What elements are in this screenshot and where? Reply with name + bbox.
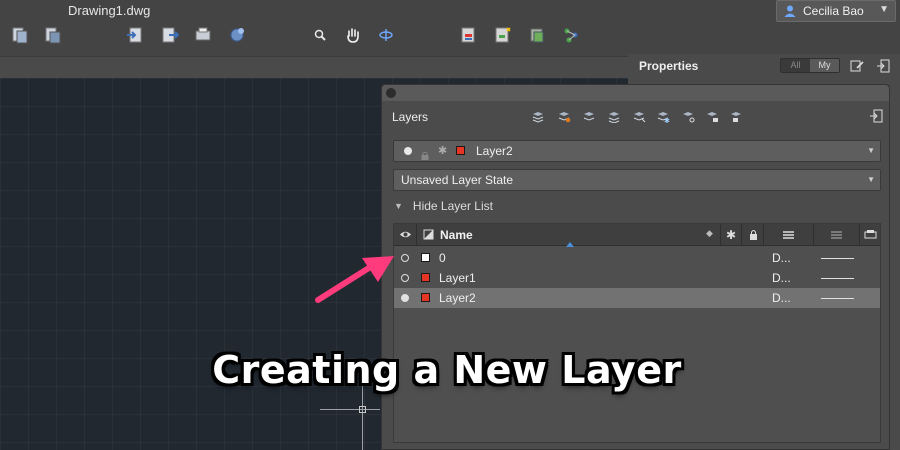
layer-color-swatch xyxy=(456,146,465,155)
set-current-icon[interactable] xyxy=(582,109,596,123)
cursor-crosshair-horizontal xyxy=(320,409,380,410)
dock-panel-icon[interactable] xyxy=(869,109,883,123)
layer-states-icon[interactable] xyxy=(562,26,580,44)
layer-color-swatch[interactable] xyxy=(421,253,430,262)
dock-panel-icon[interactable] xyxy=(876,59,890,73)
layers-panel: Layers ✱ ✱ Layer2 ▼ Unsaved Layer State … xyxy=(381,84,890,450)
current-layer-dropdown[interactable]: ✱ Layer2 ▼ xyxy=(393,140,881,162)
chevron-down-icon: ▼ xyxy=(867,146,875,155)
freeze-sun-icon: ✱ xyxy=(438,145,448,157)
linetype-column-icon[interactable] xyxy=(782,228,795,241)
app-window: Drawing1.dwg Cecilia Bao ▼ Properties Al… xyxy=(0,0,900,450)
visibility-toggle-icon[interactable] xyxy=(401,254,409,262)
lineweight-column-icon[interactable] xyxy=(830,228,843,241)
table-row[interactable]: 0 D... xyxy=(394,248,880,268)
new-icon[interactable] xyxy=(11,26,29,44)
hide-layer-list-label: Hide Layer List xyxy=(412,199,493,213)
person-icon xyxy=(783,4,797,18)
filter-my-button[interactable]: My xyxy=(810,59,839,72)
zoom-icon[interactable] xyxy=(311,26,329,44)
layer-table: Name ◆ ✱ 0 D... Layer1 D... Layer2 D... xyxy=(393,223,881,443)
hide-layer-list-toggle[interactable]: ▼ Hide Layer List xyxy=(394,199,493,213)
user-name: Cecilia Bao xyxy=(803,4,864,18)
current-layer-name: Layer2 xyxy=(476,144,513,158)
layer-color-swatch[interactable] xyxy=(421,273,430,282)
layer-name: Layer1 xyxy=(439,271,476,285)
delete-layer-icon[interactable] xyxy=(557,109,571,123)
column-separator xyxy=(416,224,417,246)
properties-title: Properties xyxy=(639,59,699,73)
color-column-icon[interactable] xyxy=(422,228,435,241)
visibility-toggle-icon[interactable] xyxy=(401,274,409,282)
layer-off-icon[interactable] xyxy=(681,109,695,123)
chevron-down-icon: ▼ xyxy=(867,175,875,184)
layer-properties-icon[interactable] xyxy=(460,26,478,44)
layers-title: Layers xyxy=(392,110,429,124)
column-separator xyxy=(859,224,860,246)
save-icon[interactable] xyxy=(44,26,62,44)
layers-panel-titlebar[interactable] xyxy=(382,85,889,101)
layer-isolate-icon[interactable] xyxy=(607,109,621,124)
export-icon[interactable] xyxy=(161,26,180,44)
layer-freeze-icon[interactable]: ✱ xyxy=(656,109,670,125)
cursor-pickbox xyxy=(359,406,366,413)
layer-manage-icon[interactable] xyxy=(528,26,546,44)
layer-table-header: Name ◆ ✱ xyxy=(394,224,880,246)
table-row[interactable]: Layer1 D... xyxy=(394,268,880,288)
svg-text:✱: ✱ xyxy=(726,228,736,241)
layer-state-dropdown[interactable]: Unsaved Layer State ▼ xyxy=(393,169,881,191)
layer-name: Layer2 xyxy=(439,291,476,305)
triangle-down-icon: ▼ xyxy=(394,201,403,211)
layer-name: 0 xyxy=(439,251,446,265)
filter-all-button[interactable]: All xyxy=(781,59,810,72)
user-account-button[interactable]: Cecilia Bao ▼ xyxy=(776,0,896,22)
layer-lineweight[interactable] xyxy=(821,258,854,259)
document-title: Drawing1.dwg xyxy=(68,3,151,18)
plot-icon[interactable] xyxy=(194,26,212,44)
layer-match-icon[interactable] xyxy=(632,109,646,123)
layer-linetype[interactable]: D... xyxy=(772,291,791,305)
layer-lineweight[interactable] xyxy=(821,298,854,299)
eye-icon[interactable] xyxy=(399,228,412,241)
sort-indicator-icon xyxy=(566,242,574,247)
import-icon[interactable] xyxy=(126,26,144,44)
orbit-icon[interactable] xyxy=(377,26,395,44)
column-header-name[interactable]: Name xyxy=(440,228,473,242)
layer-visible-icon xyxy=(404,147,412,155)
column-separator xyxy=(813,224,814,246)
column-separator xyxy=(763,224,764,246)
lock-column-icon[interactable] xyxy=(747,228,760,241)
layer-lock-icon[interactable] xyxy=(705,109,719,123)
share-icon[interactable] xyxy=(228,26,246,44)
layer-state-value: Unsaved Layer State xyxy=(401,173,514,187)
title-toolbar: Drawing1.dwg Cecilia Bao ▼ xyxy=(0,0,900,56)
edit-icon[interactable] xyxy=(850,59,864,73)
freeze-column-icon[interactable]: ✱ xyxy=(725,228,738,242)
layer-unlock-icon[interactable] xyxy=(729,109,743,123)
column-separator xyxy=(741,224,742,246)
close-icon[interactable] xyxy=(386,88,396,98)
properties-filter-toggle: All My xyxy=(780,58,840,73)
layer-lineweight[interactable] xyxy=(821,278,854,279)
lock-icon xyxy=(421,146,429,160)
svg-text:✱: ✱ xyxy=(664,117,670,123)
sort-icon[interactable]: ◆ xyxy=(706,228,713,239)
layer-color-swatch[interactable] xyxy=(421,293,430,302)
chevron-down-icon: ▼ xyxy=(879,4,889,15)
annotation-arrow xyxy=(315,256,394,303)
table-row[interactable]: Layer2 D... xyxy=(394,288,880,308)
new-layer-icon[interactable] xyxy=(531,109,545,123)
layer-new-icon[interactable] xyxy=(494,26,512,44)
plot-column-icon[interactable] xyxy=(864,228,877,241)
visibility-toggle-icon[interactable] xyxy=(401,294,409,302)
layer-linetype[interactable]: D... xyxy=(772,271,791,285)
tutorial-caption: Creating a New Layer xyxy=(212,348,682,392)
pan-icon[interactable] xyxy=(344,26,362,44)
column-separator xyxy=(720,224,721,246)
layer-linetype[interactable]: D... xyxy=(772,251,791,265)
